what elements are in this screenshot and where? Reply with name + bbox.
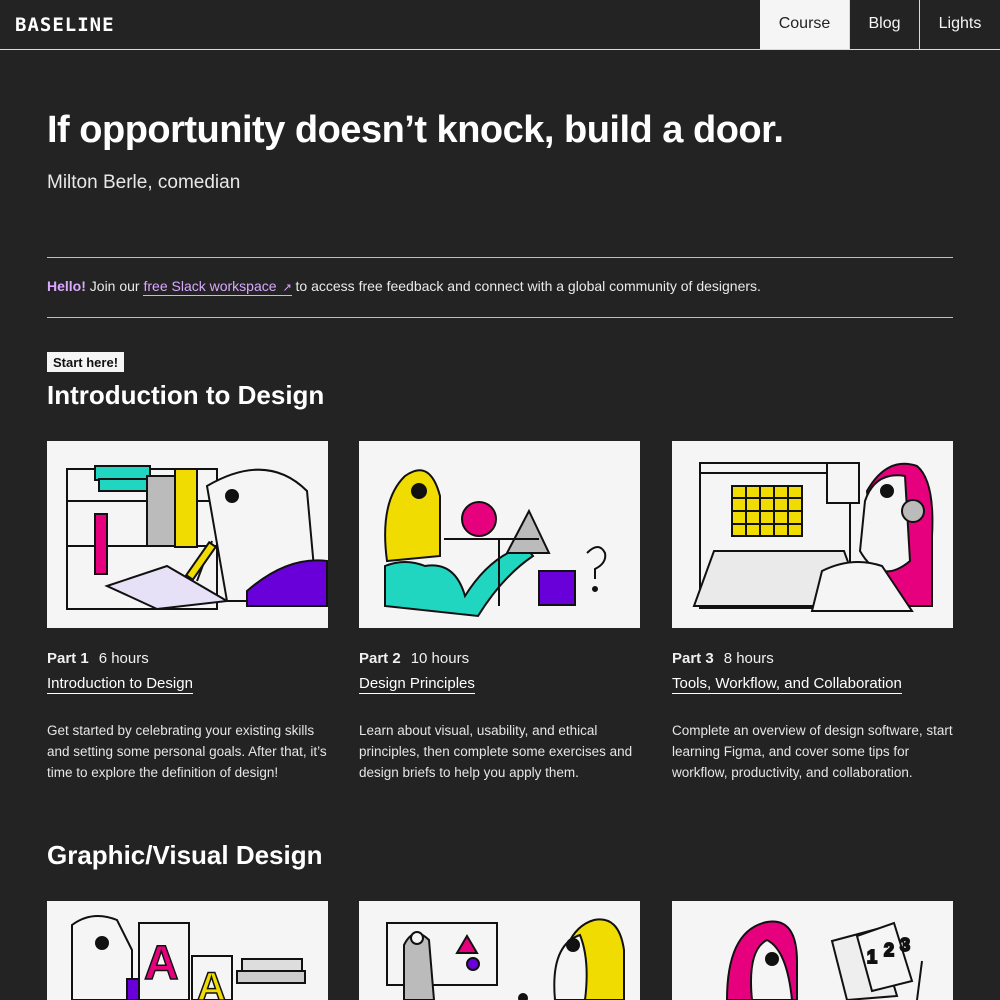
- slack-banner: Hello! Join our free Slack workspace ↗ t…: [47, 278, 761, 296]
- card-meta: Part 2 10 hours: [359, 650, 640, 667]
- divider: [47, 257, 953, 258]
- duration: 10 hours: [410, 650, 470, 667]
- design-principles-illustration-icon: [384, 469, 607, 618]
- part-number: Part 1: [47, 650, 89, 667]
- nav-blog[interactable]: Blog: [849, 0, 919, 49]
- tools-workflow-illustration-icon: [692, 462, 934, 612]
- typography-illustration-icon: A A: [71, 915, 306, 1000]
- banner-hello: Hello!: [47, 278, 86, 294]
- part-number: Part 3: [672, 650, 714, 667]
- part-2-illustration[interactable]: [359, 441, 640, 628]
- layout-documents-illustration-icon: 1 2 3: [725, 920, 923, 1000]
- course-card-part-2: Part 2 10 hours Design Principles Learn a…: [359, 441, 640, 783]
- quote-author: Milton Berle, comedian: [47, 172, 241, 193]
- course-card-graphic-3: 1 2 3: [672, 901, 953, 1000]
- course-card-graphic-2: [359, 901, 640, 1000]
- card-meta: Part 1 6 hours: [47, 650, 328, 667]
- site-logo[interactable]: BASELINE: [15, 14, 115, 36]
- svg-text:3: 3: [900, 935, 910, 955]
- start-here-badge: Start here!: [47, 352, 125, 372]
- svg-text:A: A: [197, 965, 226, 1000]
- part-number: Part 2: [359, 650, 401, 667]
- part-3-illustration[interactable]: [672, 441, 953, 628]
- divider: [47, 317, 953, 318]
- course-card-part-3: Part 3 8 hours Tools, Workflow, and Colla…: [672, 441, 953, 783]
- slack-workspace-link[interactable]: free Slack workspace ↗: [143, 278, 292, 296]
- svg-text:1: 1: [867, 947, 877, 967]
- design-study-illustration-icon: [66, 465, 328, 611]
- graphic-3-illustration[interactable]: 1 2 3: [672, 901, 953, 1000]
- section-title-intro: Introduction to Design: [47, 380, 325, 410]
- nav-lights[interactable]: Lights: [919, 0, 1000, 49]
- graphic-1-illustration[interactable]: A A: [47, 901, 328, 1000]
- course-card-graphic-1: A A: [47, 901, 328, 1000]
- course-card-part-1: Part 1 6 hours Introduction to Design Get…: [47, 441, 328, 783]
- card-title-link[interactable]: Design Principles: [359, 675, 475, 694]
- hero-quote: If opportunity doesn’t knock, build a do…: [47, 109, 784, 151]
- section-title-graphic: Graphic/Visual Design: [47, 840, 323, 870]
- card-description: Get started by celebrating your existing…: [47, 723, 327, 780]
- banner-text-post: to access free feedback and connect with…: [291, 278, 761, 294]
- banner-text-pre: Join our: [85, 278, 144, 294]
- card-title-link[interactable]: Tools, Workflow, and Collaboration: [672, 675, 902, 694]
- duration: 8 hours: [723, 650, 774, 667]
- external-link-icon: ↗: [282, 282, 292, 294]
- visual-composition-illustration-icon: [386, 918, 625, 1000]
- top-header: BASELINE Course Blog Lights: [0, 0, 1000, 50]
- graphic-2-illustration[interactable]: [359, 901, 640, 1000]
- svg-text:A: A: [144, 937, 179, 990]
- main-nav: Course Blog Lights: [760, 0, 1000, 50]
- svg-text:2: 2: [884, 940, 894, 960]
- card-description: Learn about visual, usability, and ethic…: [359, 723, 633, 780]
- card-meta: Part 3 8 hours: [672, 650, 953, 667]
- card-description: Complete an overview of design software,…: [672, 723, 953, 780]
- slack-link-label: free Slack workspace: [143, 278, 277, 294]
- duration: 6 hours: [98, 650, 149, 667]
- card-title-link[interactable]: Introduction to Design: [47, 675, 193, 694]
- nav-course[interactable]: Course: [760, 0, 849, 49]
- part-1-illustration[interactable]: [47, 441, 328, 628]
